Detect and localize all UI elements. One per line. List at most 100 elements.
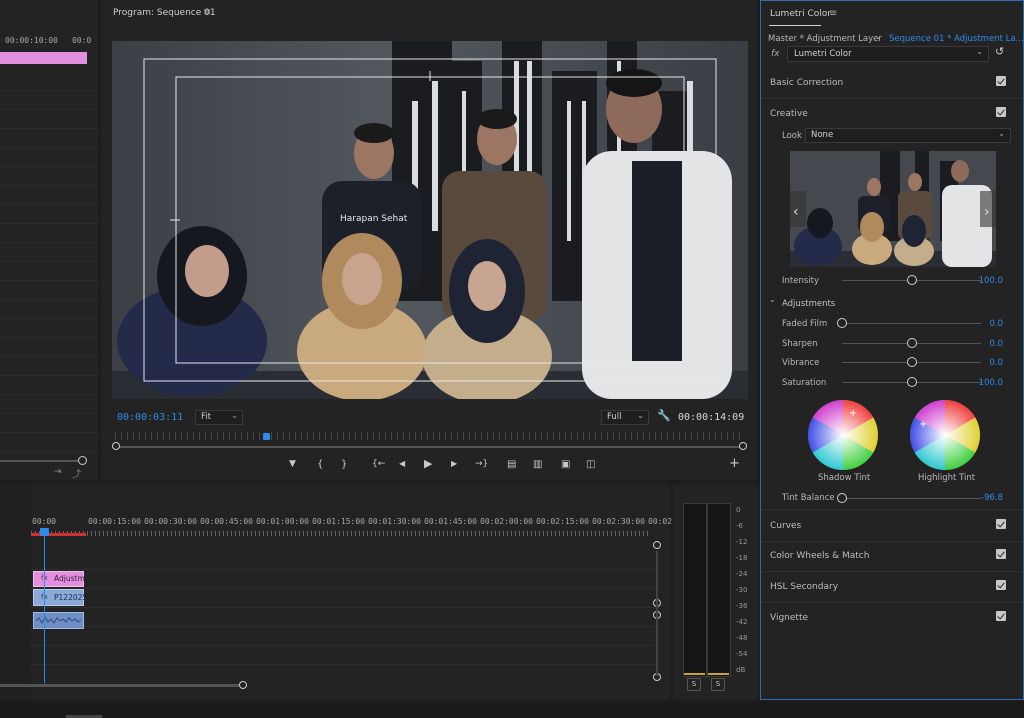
section-color-wheels[interactable]: Color Wheels & Match — [761, 540, 1023, 572]
adjustment-slider-knob[interactable] — [906, 376, 917, 387]
source-scroll-track[interactable] — [0, 460, 82, 462]
vertical-scrollbar[interactable] — [656, 551, 658, 676]
source-timecode-a: 00:00:10:00 — [5, 36, 58, 45]
vignette-checkbox[interactable] — [996, 611, 1006, 621]
adjustment-slider-knob[interactable] — [837, 318, 847, 328]
vertical-zoom-handle-top[interactable] — [653, 541, 661, 549]
header-underline — [769, 25, 821, 26]
creative-label: Creative — [770, 109, 808, 119]
tint-balance-value[interactable]: -96.8 — [981, 493, 1003, 503]
adjustment-value[interactable]: 0.0 — [989, 358, 1003, 368]
program-monitor: Program: Sequence 01 ≡ Harapan Sehat 00:… — [101, 0, 757, 480]
hsl-secondary-checkbox[interactable] — [996, 580, 1006, 590]
look-dropdown[interactable]: None ⌄ — [805, 128, 1011, 143]
basic-correction-checkbox[interactable] — [996, 76, 1006, 86]
adjustments-label[interactable]: Adjustments — [782, 299, 835, 309]
adjustment-slider-knob[interactable] — [906, 357, 917, 367]
program-menu-icon[interactable]: ≡ — [203, 7, 211, 18]
solo-right-button[interactable]: S — [711, 678, 725, 691]
adjustment-slider[interactable] — [842, 357, 981, 367]
go-to-out-button[interactable]: →} — [475, 459, 488, 469]
highlight-tint-wheel[interactable]: + — [909, 399, 981, 471]
camera-icon[interactable]: ▣ — [561, 459, 570, 470]
source-clip-bar[interactable] — [0, 52, 87, 64]
scrub-track[interactable] — [115, 446, 745, 448]
basic-correction-label: Basic Correction — [770, 78, 844, 88]
look-preview-thumbnail[interactable]: ‹ › — [790, 151, 996, 267]
ruler-label: 00:01:30:00 — [368, 517, 421, 526]
add-button-icon[interactable]: + — [729, 456, 740, 471]
creative-checkbox[interactable] — [996, 107, 1006, 117]
scrub-end-handle[interactable] — [739, 442, 747, 450]
adjustment-slider[interactable] — [842, 337, 981, 348]
lumetri-title[interactable]: Lumetri Color — [770, 9, 831, 19]
source-scroll-handle[interactable] — [78, 456, 87, 465]
tint-balance-slider[interactable] — [837, 493, 981, 503]
sequence-clip-label[interactable]: Sequence 01 * Adjustment La... — [889, 34, 1024, 44]
section-vignette[interactable]: Vignette — [761, 602, 1023, 633]
reset-icon[interactable]: ↺ — [995, 45, 1004, 58]
track-lines — [31, 551, 655, 671]
step-forward-button[interactable]: ▶ — [451, 459, 457, 468]
time-ruler[interactable] — [115, 432, 745, 440]
lumetri-menu-icon[interactable]: ≡ — [829, 8, 837, 19]
mark-out-button[interactable]: } — [341, 459, 347, 470]
adjustment-slider[interactable] — [842, 376, 981, 387]
scrub-start-handle[interactable] — [112, 442, 120, 450]
color-wheels-checkbox[interactable] — [996, 549, 1006, 559]
waveform-icon — [35, 615, 82, 625]
section-creative[interactable]: Creative — [761, 98, 1023, 129]
share-icon[interactable]: ⤴ — [72, 467, 81, 480]
adjustment-value[interactable]: 0.0 — [989, 319, 1003, 329]
effect-dropdown[interactable]: Lumetri Color ⌄ — [787, 46, 989, 62]
ruler-label: 00:01:45:00 — [424, 517, 477, 526]
adjustment-slider-knob[interactable] — [906, 337, 917, 348]
video-frame[interactable]: Harapan Sehat — [112, 41, 748, 399]
solo-left-button[interactable]: S — [687, 678, 701, 691]
video-clip[interactable]: fx P122025 — [33, 589, 87, 606]
timeline-playhead[interactable] — [44, 528, 45, 683]
export-frame-icon[interactable]: ⇥ — [54, 467, 62, 477]
fit-dropdown[interactable]: Fit ⌄ — [195, 410, 243, 425]
curves-checkbox[interactable] — [996, 519, 1006, 529]
master-clip-label[interactable]: Master * Adjustment Layer — [768, 34, 882, 44]
mark-in-button[interactable]: { — [317, 459, 323, 470]
adjustment-value[interactable]: 100.0 — [979, 378, 1003, 388]
section-curves[interactable]: Curves — [761, 509, 1023, 542]
play-button[interactable]: ▶ — [424, 457, 432, 470]
comparison-view-icon[interactable]: ◫ — [586, 459, 595, 470]
tint-balance-label: Tint Balance — [782, 493, 835, 503]
audio-clip[interactable] — [33, 612, 84, 629]
horizontal-scroll-handle[interactable] — [239, 681, 247, 689]
adjustment-value[interactable]: 0.0 — [989, 339, 1003, 349]
tint-balance-slider-knob[interactable] — [837, 493, 847, 503]
adjustment-layer-clip[interactable]: fx Adjustm — [33, 571, 85, 587]
shadow-tint-wheel[interactable]: + — [807, 399, 879, 471]
ruler-label: 00:02:00:00 — [480, 517, 533, 526]
current-timecode[interactable]: 00:00:03:11 — [117, 412, 183, 423]
section-hsl-secondary[interactable]: HSL Secondary — [761, 571, 1023, 603]
program-title[interactable]: Program: Sequence 01 — [113, 8, 216, 18]
horizontal-scrollbar[interactable] — [0, 684, 244, 687]
add-marker-button[interactable]: ▼ — [289, 459, 296, 469]
fx-icon: fx — [771, 49, 780, 59]
wrench-icon[interactable]: 🔧 — [657, 409, 671, 422]
step-back-button[interactable]: ◀ — [399, 459, 405, 468]
adjustment-slider[interactable] — [837, 318, 981, 328]
meter-left-channel — [683, 503, 707, 677]
go-to-in-button[interactable]: {← — [372, 459, 385, 469]
intensity-value[interactable]: 100.0 — [979, 276, 1003, 286]
quality-dropdown[interactable]: Full ⌄ — [601, 410, 649, 425]
program-playhead[interactable] — [263, 433, 271, 440]
extract-icon[interactable]: ▥ — [533, 459, 542, 470]
chevron-right-icon: › — [984, 204, 990, 220]
track-headers — [0, 485, 31, 700]
meter-tick-label: -18 — [736, 554, 748, 562]
section-basic-correction[interactable]: Basic Correction — [761, 67, 1023, 99]
intensity-slider[interactable] — [842, 275, 981, 285]
lift-icon[interactable]: ▤ — [507, 459, 516, 470]
chevron-down-icon[interactable]: ⌄ — [875, 32, 882, 41]
intensity-slider-knob[interactable] — [906, 275, 917, 285]
chevron-down-icon[interactable]: ⌄ — [769, 295, 776, 304]
timeline-playhead-handle[interactable] — [40, 528, 49, 536]
